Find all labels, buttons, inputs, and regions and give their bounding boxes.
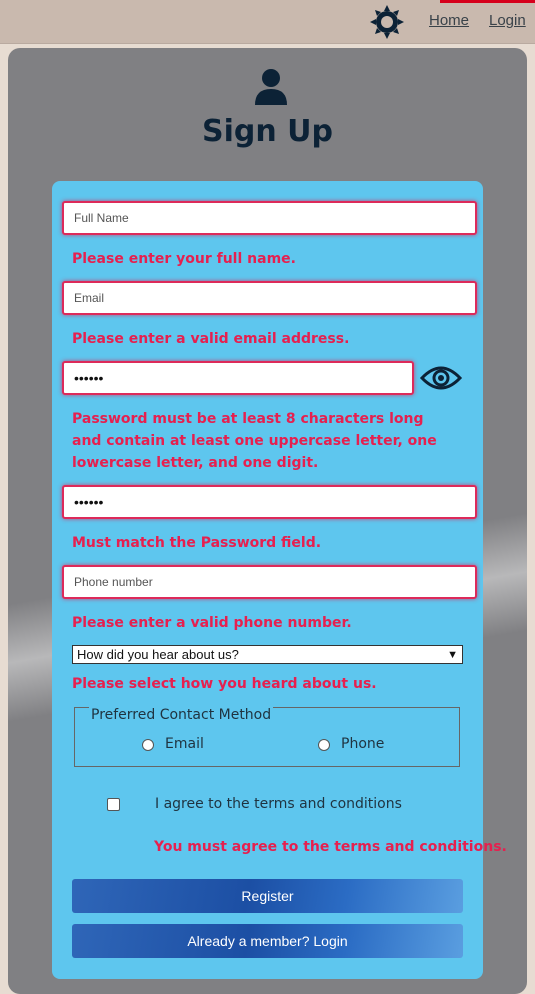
password-input[interactable]: ••••••	[62, 361, 414, 395]
referral-select-value: How did you hear about us?	[77, 647, 239, 662]
top-navbar: Home Login	[0, 0, 535, 44]
chevron-down-icon: ▼	[447, 649, 458, 661]
full-name-error: Please enter your full name.	[72, 251, 296, 267]
email-input[interactable]: Email	[62, 281, 477, 315]
radio-phone[interactable]	[318, 739, 330, 751]
nav-home-link[interactable]: Home	[429, 12, 469, 29]
terms-label: I agree to the terms and conditions	[155, 796, 402, 812]
nav-login-link[interactable]: Login	[489, 12, 526, 29]
radio-phone-label: Phone	[341, 736, 385, 752]
user-icon	[255, 69, 287, 105]
terms-checkbox[interactable]	[107, 798, 120, 811]
confirm-password-input[interactable]: ••••••	[62, 485, 477, 519]
contact-method-legend: Preferred Contact Method	[89, 707, 274, 723]
terms-error: You must agree to the terms and conditio…	[154, 839, 507, 855]
password-error: Password must be at least 8 characters l…	[72, 411, 437, 471]
phone-error: Please enter a valid phone number.	[72, 615, 352, 631]
accent-line	[440, 0, 535, 3]
login-button[interactable]: Already a member? Login	[72, 924, 463, 958]
gear-icon[interactable]	[369, 4, 405, 40]
full-name-input[interactable]: Full Name	[62, 201, 477, 235]
phone-input[interactable]: Phone number	[62, 565, 477, 599]
page-title: Sign Up	[201, 114, 333, 149]
eye-icon[interactable]	[420, 360, 462, 396]
email-error: Please enter a valid email address.	[72, 331, 350, 347]
confirm-password-error: Must match the Password field.	[72, 535, 322, 551]
register-button[interactable]: Register	[72, 879, 463, 913]
referral-select[interactable]: How did you hear about us? ▼	[72, 645, 463, 664]
radio-email[interactable]	[142, 739, 154, 751]
referral-error: Please select how you heard about us.	[72, 676, 377, 692]
radio-email-label: Email	[165, 736, 204, 752]
